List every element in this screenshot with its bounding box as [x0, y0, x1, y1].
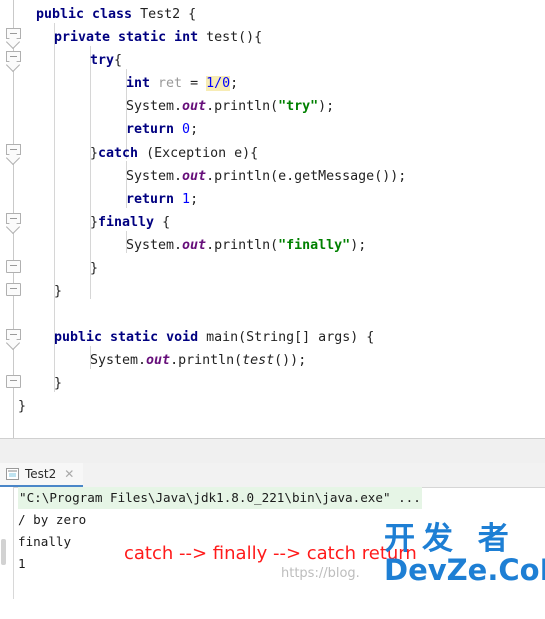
- watermark-url: https://blog.: [281, 566, 360, 581]
- code-line-10[interactable]: }finally {: [90, 211, 545, 234]
- console-window-icon: [6, 468, 19, 480]
- watermark-chinese: 开发 者: [384, 521, 516, 557]
- code-line-16[interactable]: System.out.println(test());: [90, 349, 545, 372]
- console-tab-label: Test2: [25, 467, 57, 481]
- watermark-english: DevZe.CoM: [384, 553, 545, 587]
- code-line-12[interactable]: }: [90, 257, 545, 280]
- code-line-8[interactable]: System.out.println(e.getMessage());: [126, 165, 545, 188]
- code-line-13[interactable]: }: [54, 280, 545, 303]
- console-line-1: / by zero: [18, 512, 87, 527]
- code-line-4[interactable]: int ret = 1/0;: [126, 72, 545, 95]
- console-scrollbar-thumb[interactable]: [1, 539, 6, 565]
- close-icon[interactable]: ✕: [64, 468, 74, 480]
- code-line-9[interactable]: return 1;: [126, 188, 545, 211]
- code-line-6[interactable]: return 0;: [126, 118, 545, 141]
- console-line-2: finally: [18, 534, 72, 549]
- code-line-1[interactable]: public class Test2 {: [36, 3, 545, 26]
- code-text-area[interactable]: public class Test2 { private static int …: [0, 0, 545, 438]
- console-tab-test2[interactable]: Test2 ✕: [0, 463, 84, 487]
- console-line-3: 1: [18, 556, 26, 571]
- code-line-15[interactable]: public static void main(String[] args) {: [54, 326, 545, 349]
- console-line-command: "C:\Program Files\Java\jdk1.8.0_221\bin\…: [18, 487, 422, 509]
- editor-console-splitter[interactable]: [0, 438, 545, 465]
- run-console-pane[interactable]: Test2 ✕ "C:\Program Files\Java\jdk1.8.0_…: [0, 463, 545, 599]
- annotation-overlay: catch --> finally --> catch return: [124, 543, 417, 564]
- code-line-11[interactable]: System.out.println("finally");: [126, 234, 545, 257]
- code-line-7[interactable]: }catch (Exception e){: [90, 142, 545, 165]
- code-line-2[interactable]: private static int test(){: [54, 26, 545, 49]
- console-tab-bar: Test2 ✕: [0, 463, 545, 488]
- ide-window: public class Test2 { private static int …: [0, 0, 545, 599]
- code-line-17[interactable]: }: [54, 372, 545, 395]
- console-gutter: [0, 487, 14, 599]
- code-editor-pane[interactable]: public class Test2 { private static int …: [0, 0, 545, 438]
- code-line-18[interactable]: }: [18, 395, 545, 418]
- code-line-5[interactable]: System.out.println("try");: [126, 95, 545, 118]
- console-command-text: "C:\Program Files\Java\jdk1.8.0_221\bin\…: [18, 487, 422, 509]
- code-line-3[interactable]: try{: [90, 49, 545, 72]
